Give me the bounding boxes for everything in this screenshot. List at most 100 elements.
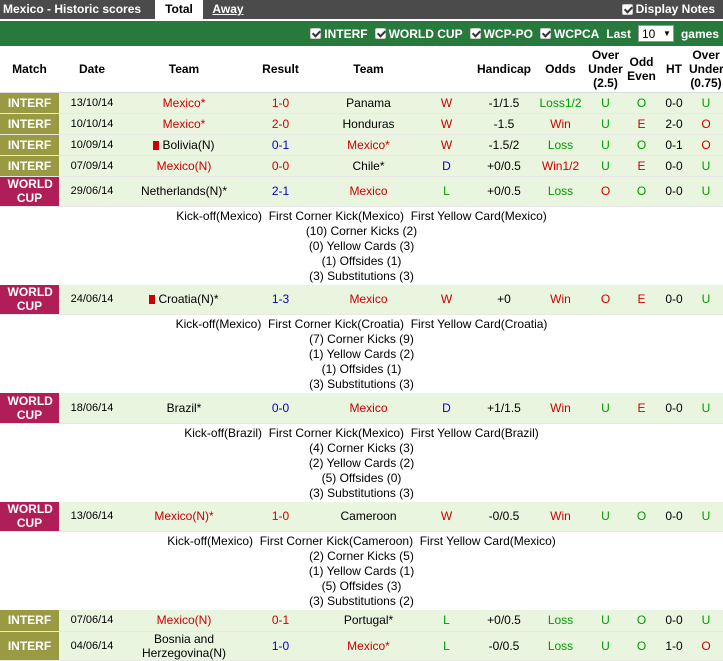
over-under-075-text: O [701, 638, 711, 653]
filter-world-cup[interactable]: WORLD CUP [374, 27, 463, 41]
table-row[interactable]: WORLD CUP 29/06/14 Netherlands(N)* 2-1 Mexic… [0, 176, 723, 207]
table-row[interactable]: WORLD CUP 13/06/14 Mexico(N)* 1-0 Cameroon W -… [0, 501, 723, 532]
win-draw-loss-text: W [440, 116, 453, 131]
red-card-icon [153, 140, 160, 150]
checkbox-icon[interactable] [621, 3, 633, 15]
win-draw-loss-text: W [440, 292, 453, 307]
filter-wcpca[interactable]: WCPCA [539, 27, 599, 41]
checkbox-icon[interactable] [310, 28, 322, 39]
table-row[interactable]: INTERF 07/06/14 Mexico(N) 0-1 Portugal* L +0/0… [0, 610, 723, 632]
away-team[interactable]: Mexico [318, 176, 419, 207]
note-line: (3) Substitutions (3) [309, 485, 414, 500]
table-row[interactable]: INTERF 07/09/14 Mexico(N) 0-0 Chile* D +0/0.5 W… [0, 155, 723, 177]
over-under-25-text: U [601, 613, 610, 628]
note-line: (3) Substitutions (2) [309, 594, 414, 608]
home-team[interactable]: Mexico* [125, 92, 243, 114]
odd-even-text: O [636, 95, 647, 110]
filter-interf[interactable]: INTERF [310, 27, 368, 41]
filter-wcp-po[interactable]: WCP-PO [469, 27, 533, 41]
note-line: Kick-off(Mexico) First Corner Kick(Croat… [175, 317, 548, 331]
match-result-text: 0-1 [271, 613, 290, 628]
away-team[interactable]: Panama [318, 92, 419, 114]
home-team[interactable]: Mexico(N) [125, 610, 243, 632]
half-time-score-text: 0-0 [665, 158, 683, 173]
odd-even: O [624, 501, 659, 532]
odds-result: Loss [534, 176, 587, 207]
match-date-text: 24/06/14 [70, 293, 114, 306]
table-row[interactable]: INTERF 04/06/14 Bosnia and Herzegovina(N) 1… [0, 631, 723, 661]
note-line: (4) Corner Kicks (3) [309, 440, 414, 455]
tab-away[interactable]: Away [203, 0, 253, 19]
home-team[interactable]: Mexico(N) [125, 155, 243, 177]
away-team[interactable]: Mexico* [318, 631, 419, 661]
away-team[interactable]: Mexico [318, 284, 419, 315]
display-notes-toggle[interactable]: Display Notes [621, 2, 715, 16]
away-team[interactable]: Chile* [318, 155, 419, 177]
note-line: Kick-off(Brazil) First Corner Kick(Mexic… [184, 425, 539, 440]
home-team[interactable]: Croatia(N)* [125, 284, 243, 315]
half-time-score-text: 2-0 [665, 116, 683, 131]
home-team-text: Mexico(N) [156, 613, 212, 628]
odd-even-text: O [636, 638, 647, 653]
table-row[interactable]: WORLD CUP 24/06/14 Croatia(N)* 1-3 Mexico W +0… [0, 284, 723, 315]
away-team[interactable]: Mexico [318, 393, 419, 424]
win-draw-loss-text: W [440, 137, 453, 152]
over-under-25-text: O [600, 184, 611, 198]
odds-result: Win1/2 [534, 155, 587, 177]
note-line: (1) Yellow Cards (2) [308, 347, 415, 361]
results-table: Match Date Team Result Team Handicap Odd… [0, 47, 723, 661]
over-under-075: O [689, 113, 723, 135]
tab-total[interactable]: Total [155, 0, 203, 19]
home-team[interactable]: Mexico* [125, 113, 243, 135]
home-team[interactable]: Mexico(N)* [125, 501, 243, 532]
half-time-score: 0-0 [659, 155, 689, 177]
home-team[interactable]: Bosnia and Herzegovina(N) [125, 631, 243, 661]
match-notes-row: Kick-off(Mexico) First Corner Kick(Mexic… [0, 206, 723, 285]
odds-result: Win [534, 284, 587, 315]
half-time-score-text: 0-0 [665, 509, 683, 524]
over-under-075: U [689, 501, 723, 532]
away-team[interactable]: Honduras [318, 113, 419, 135]
handicap-text: +0/0.5 [487, 158, 521, 173]
half-time-score: 0-0 [659, 284, 689, 315]
table-row[interactable]: INTERF 10/09/14 Bolivia(N) 0-1 Mexico* W -1.5/… [0, 134, 723, 156]
odds-result-text: Win [550, 509, 571, 524]
match-result: 1-0 [243, 631, 318, 661]
home-team[interactable]: Netherlands(N)* [125, 176, 243, 207]
results-body: INTERF 13/10/14 Mexico* 1-0 Panama W -1/1.5 Los… [0, 92, 723, 661]
competition-badge: WORLD CUP [0, 393, 59, 424]
win-draw-loss: L [419, 176, 474, 207]
match-date: 04/06/14 [59, 631, 125, 661]
home-team[interactable]: Brazil* [125, 393, 243, 424]
over-under-075: U [689, 92, 723, 114]
table-row[interactable]: WORLD CUP 18/06/14 Brazil* 0-0 Mexico D +1/1.5… [0, 393, 723, 424]
checkbox-icon[interactable] [469, 28, 481, 39]
match-notes: Kick-off(Mexico) First Corner Kick(Croat… [0, 314, 723, 393]
odds-result-text: Loss [547, 613, 574, 628]
odd-even: O [624, 134, 659, 156]
odds-result: Win [534, 113, 587, 135]
handicap-text: +0 [497, 292, 511, 307]
odds-result: Win [534, 501, 587, 532]
over-under-25: U [587, 113, 624, 135]
away-team[interactable]: Cameroon [318, 501, 419, 532]
table-row[interactable]: INTERF 13/10/14 Mexico* 1-0 Panama W -1/1.5 Los… [0, 92, 723, 114]
last-games-select[interactable]: 10 ▼ [637, 25, 674, 42]
over-under-075-text: U [701, 184, 711, 198]
home-team[interactable]: Bolivia(N) [125, 134, 243, 156]
handicap: +1/1.5 [474, 393, 534, 424]
home-team-text: Mexico(N) [156, 158, 212, 173]
checkbox-icon[interactable] [539, 28, 551, 39]
away-team[interactable]: Mexico* [318, 134, 419, 156]
checkbox-icon[interactable] [374, 28, 386, 39]
away-team[interactable]: Portugal* [318, 610, 419, 632]
match-result: 2-0 [243, 113, 318, 135]
match-date: 07/06/14 [59, 610, 125, 632]
half-time-score: 0-0 [659, 92, 689, 114]
over-under-075-text: U [701, 292, 711, 307]
table-row[interactable]: INTERF 10/10/14 Mexico* 2-0 Honduras W -1.5 Win… [0, 113, 723, 135]
odd-even: E [624, 284, 659, 315]
win-draw-loss-text: L [443, 638, 450, 653]
half-time-score-text: 0-0 [665, 613, 683, 628]
over-under-25: U [587, 134, 624, 156]
